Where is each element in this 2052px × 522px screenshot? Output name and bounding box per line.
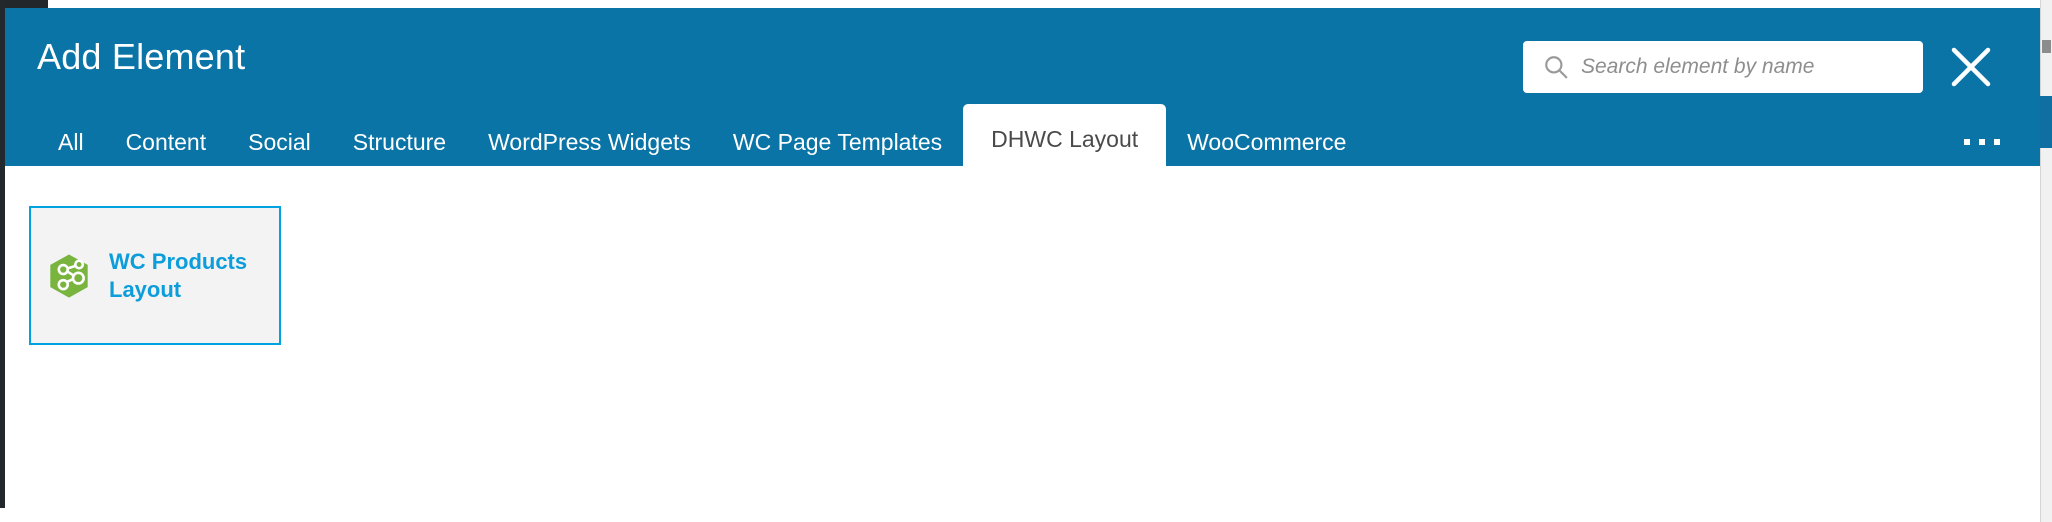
search-input[interactable] (1581, 55, 1911, 79)
tabs-overflow-button[interactable] (1964, 118, 2000, 166)
search-box[interactable] (1523, 41, 1923, 93)
element-card-label: WC Products Layout (109, 248, 248, 302)
close-button[interactable] (1940, 36, 2002, 98)
screen: Add Element All Content Social Str (0, 0, 2052, 522)
window-chrome-sliver (0, 0, 48, 8)
modal-body: WC Products Layout (5, 166, 2040, 511)
tab-woocommerce[interactable]: WooCommerce (1166, 118, 1367, 166)
tab-wordpress-widgets[interactable]: WordPress Widgets (467, 118, 712, 166)
tab-all[interactable]: All (37, 118, 105, 166)
tab-wc-page-templates[interactable]: WC Page Templates (712, 118, 963, 166)
close-icon (1951, 47, 1991, 87)
background-page-sliver (2040, 0, 2052, 522)
background-sliver-mark (2042, 40, 2051, 53)
tab-social[interactable]: Social (227, 118, 332, 166)
tab-dhwc-layout[interactable]: DHWC Layout (963, 104, 1167, 166)
ellipsis-dot-3 (1994, 139, 2000, 145)
modal-header: Add Element All Content Social Str (5, 8, 2040, 166)
page-title: Add Element (37, 36, 246, 77)
ellipsis-dot-1 (1964, 139, 1970, 145)
ellipsis-dot-2 (1979, 139, 1985, 145)
tab-content[interactable]: Content (105, 118, 228, 166)
wc-products-layout-icon (50, 253, 88, 298)
background-sliver-accent (2040, 96, 2052, 148)
add-element-modal: Add Element All Content Social Str (5, 8, 2040, 511)
tab-structure[interactable]: Structure (332, 118, 467, 166)
search-icon (1545, 56, 1568, 79)
element-card-wc-products-layout[interactable]: WC Products Layout (29, 206, 281, 345)
tab-bar: All Content Social Structure WordPress W… (37, 104, 2040, 166)
